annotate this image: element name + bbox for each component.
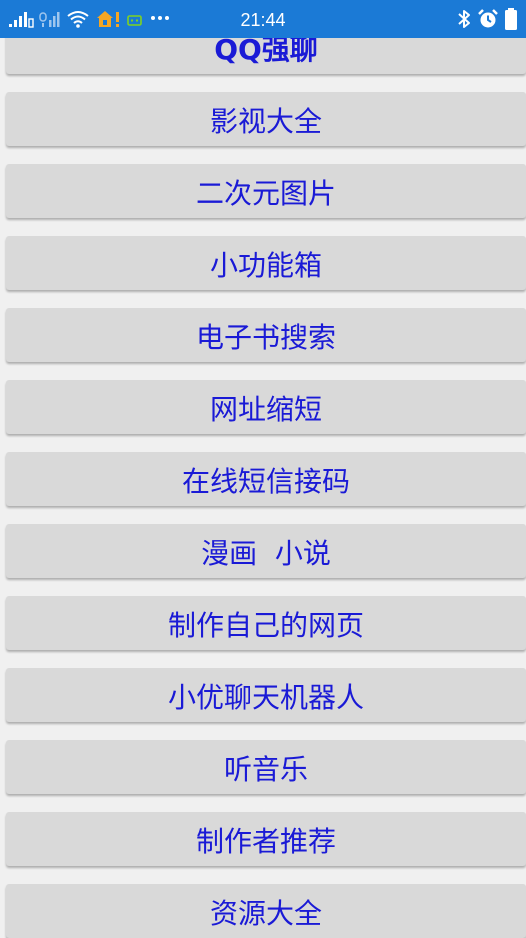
menu-button-make-webpage[interactable]: 制作自己的网页	[6, 596, 526, 650]
menu-button-sms-receive[interactable]: 在线短信接码	[6, 452, 526, 506]
menu-button-anime-images[interactable]: 二次元图片	[6, 164, 526, 218]
menu-button-ebook-search[interactable]: 电子书搜索	[6, 308, 526, 362]
status-right-icons	[456, 0, 518, 38]
signal-bars-2-icon	[39, 0, 61, 38]
menu-button-url-shortener[interactable]: 网址缩短	[6, 380, 526, 434]
menu-button-chatbot[interactable]: 小优聊天机器人	[6, 668, 526, 722]
menu-button-movies[interactable]: 影视大全	[6, 92, 526, 146]
bluetooth-icon	[456, 0, 472, 38]
status-bar: 21:44	[0, 0, 526, 38]
status-left-icons	[8, 0, 171, 38]
more-dots-icon	[149, 0, 171, 38]
menu-button-comics-novels[interactable]: 漫画 小说	[6, 524, 526, 578]
menu-button-author-picks[interactable]: 制作者推荐	[6, 812, 526, 866]
menu-button-toolbox[interactable]: 小功能箱	[6, 236, 526, 290]
menu-button-music[interactable]: 听音乐	[6, 740, 526, 794]
message-icon	[126, 0, 144, 38]
battery-icon	[504, 0, 518, 38]
menu-button-resources[interactable]: 资源大全	[6, 884, 526, 938]
signal-bars-icon	[8, 0, 34, 38]
alarm-icon	[477, 0, 499, 38]
home-alert-icon	[95, 0, 121, 38]
wifi-icon	[66, 0, 90, 38]
